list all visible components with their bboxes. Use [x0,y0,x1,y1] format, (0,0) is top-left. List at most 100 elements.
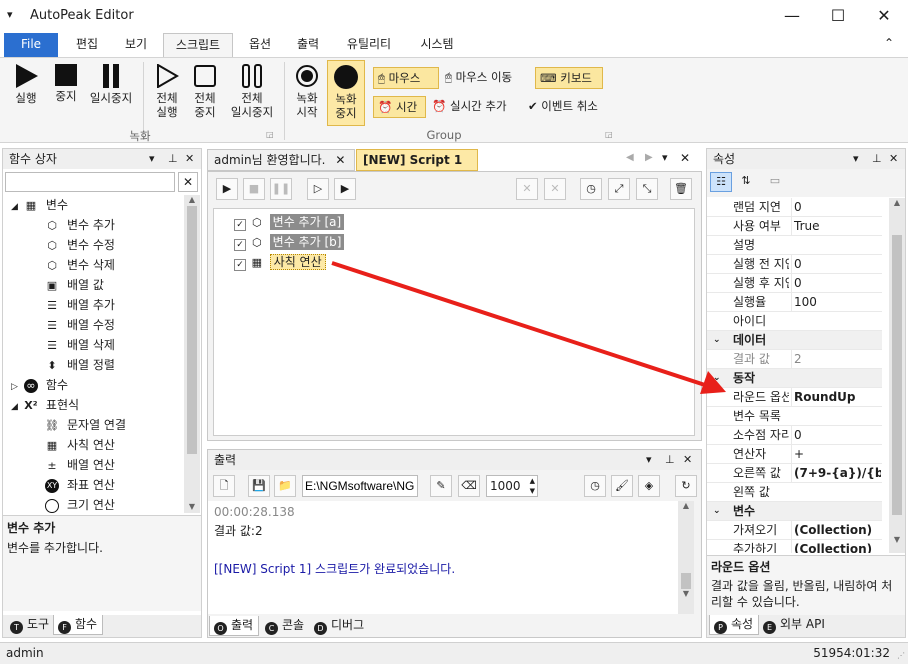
property-row[interactable]: 랜덤 지연 0 [707,198,882,217]
script-line[interactable]: ✓ ⬡ 변수 추가 [a] [234,213,345,231]
tree-item-coord-op[interactable]: XY 좌표 연산 [45,475,115,495]
ribbon-collapse-icon[interactable]: ⌃ [884,36,894,50]
brush-button[interactable]: 🖌 [611,475,633,497]
tree-item-array-add[interactable]: ☰ 배열 추가 [45,295,115,315]
property-category-action[interactable]: ⌄ 동작 [707,369,882,388]
keyboard-toggle[interactable]: ⌨ 키보드 [535,67,603,89]
pause-script-button[interactable]: ❚❚ [270,178,292,200]
property-row[interactable]: 소수점 자리 0 [707,426,882,445]
property-row[interactable]: 설명 [707,236,882,255]
stop-script-button[interactable]: ■ [243,178,265,200]
alphabetical-sort-icon[interactable]: ⇅ [735,172,757,192]
tab-edit[interactable]: 편집 [66,33,108,57]
tree-item-arithmetic[interactable]: ▦ 사칙 연산 [45,435,115,455]
refresh-button[interactable]: ↻ [675,475,697,497]
save-log-button[interactable]: 💾 [248,475,270,497]
stop-button[interactable]: 중지 [46,62,86,103]
property-pages-icon[interactable]: ▭ [764,172,786,192]
add-realtime-button[interactable]: ⏰ 실시간 추가 [428,96,511,118]
clean-button[interactable]: ✎ [430,475,452,497]
tree-item-size-op[interactable]: 크기 연산 [45,495,115,513]
tab-list-icon[interactable]: ▾ [662,151,668,164]
tab-output-log[interactable]: O 출력 [209,616,260,636]
tree-item-string-concat[interactable]: ⛓ 문자열 연결 [45,415,126,435]
tree-item-array-sort[interactable]: ⬍ 배열 정렬 [45,355,115,375]
run-from-button[interactable]: ▶ [334,178,356,200]
property-row[interactable]: 아이디 [707,312,882,331]
tab-scroll-left-icon[interactable]: ◀ [626,152,634,163]
property-row[interactable]: 변수 목록 [707,407,882,426]
tree-item-variable-delete[interactable]: ⬡ 변수 삭제 [45,255,115,275]
timestamp-button[interactable]: ◷ [584,475,606,497]
script-line[interactable]: ✓ ⬡ 변수 추가 [b] [234,233,345,251]
property-row[interactable]: 결과 값2 [707,350,882,369]
tab-scroll-right-icon[interactable]: ▶ [645,152,653,163]
pause-button[interactable]: 일시중지 [86,62,136,105]
close-icon[interactable]: ✕ [683,450,692,470]
tree-node-expression[interactable]: ◢ X² 표현식 [11,395,79,415]
line-checkbox[interactable]: ✓ [234,239,246,251]
property-row[interactable]: 실행율 100 [707,293,882,312]
delete-button[interactable]: 🗑 [670,178,692,200]
maximize-button[interactable]: ☐ [815,0,861,32]
tab-welcome[interactable]: admin님 환영합니다. ✕ [207,149,355,171]
stop-all-button[interactable]: 전체 중지 [185,62,225,119]
disable-all-button[interactable]: ✕ [544,178,566,200]
close-icon[interactable]: ✕ [889,149,898,169]
dropdown-icon[interactable]: ▾ [149,149,155,169]
tab-view[interactable]: 보기 [115,33,157,57]
property-row[interactable]: 실행 전 지연0 [707,255,882,274]
run-button[interactable]: 실행 [6,62,46,105]
tab-file[interactable]: File [4,33,58,57]
tab-utility[interactable]: 유틸리티 [338,33,400,57]
property-row[interactable]: 사용 여부 True [707,217,882,236]
tree-scrollbar[interactable]: ▲ ▼ [184,195,200,513]
open-folder-button[interactable]: 📁 [274,475,296,497]
mouse-toggle[interactable]: 🖱 마우스 [373,67,439,89]
run-all-button[interactable]: 전체 실행 [147,62,187,119]
close-button[interactable]: ✕ [861,0,907,32]
tab-functions[interactable]: F 함수 [53,615,104,635]
pause-all-button[interactable]: 전체 일시중지 [224,62,280,119]
tab-properties[interactable]: P 속성 [709,615,760,635]
tab-output[interactable]: 출력 [288,33,328,57]
run-step-button[interactable]: ▷ [307,178,329,200]
tab-external-api[interactable]: E 외부 API [759,615,830,635]
close-icon[interactable]: ✕ [680,151,690,165]
new-log-button[interactable]: 🗋 [213,475,235,497]
collapse-icon[interactable]: ⌄ [713,331,721,350]
tree-item-array-op[interactable]: ± 배열 연산 [45,455,115,475]
property-row[interactable]: 가져오기 (Collection) [707,521,882,540]
clear-search-button[interactable]: ✕ [178,172,198,192]
collapse-icon[interactable]: ⌄ [713,502,721,521]
pin-icon[interactable]: ⊥ [872,149,882,169]
search-input[interactable] [5,172,175,192]
pin-icon[interactable]: ⊥ [665,450,675,470]
run-script-button[interactable]: ▶ [216,178,238,200]
tree-item-array-edit[interactable]: ☰ 배열 수정 [45,315,115,335]
dialog-launcher-icon[interactable]: ◲ [266,130,274,139]
tree-item-variable-add[interactable]: ⬡ 변수 추가 [45,215,115,235]
property-category-data[interactable]: ⌄ 데이터 [707,331,882,350]
dialog-launcher-icon[interactable]: ◲ [605,130,613,139]
property-row[interactable]: 왼쪽 값 [707,483,882,502]
dropdown-icon[interactable]: ▾ [646,450,652,470]
property-row[interactable]: 연산자 + [707,445,882,464]
collapse-button[interactable]: ⤡ [636,178,658,200]
tree-item-variable-edit[interactable]: ⬡ 변수 수정 [45,235,115,255]
property-row[interactable]: 실행 후 지연0 [707,274,882,293]
script-line-selected[interactable]: ✓ ▦ 사칙 연산 [234,253,326,271]
tree-item-array-delete[interactable]: ☰ 배열 삭제 [45,335,115,355]
stepper-arrows-icon[interactable]: ▲ ▼ [530,476,535,496]
pin-icon[interactable]: ⊥ [168,149,178,169]
property-row[interactable]: 추가하기 (Collection) [707,540,882,553]
close-icon[interactable]: ✕ [335,153,345,167]
app-menu-icon[interactable]: ▾ [7,8,13,21]
tab-system[interactable]: 시스템 [410,33,464,57]
line-checkbox[interactable]: ✓ [234,259,246,271]
minimize-button[interactable]: — [769,0,815,32]
tree-node-function[interactable]: ▷ ∞ 함수 [11,375,68,395]
tree-node-variable[interactable]: ◢ ▦ 변수 [11,195,68,215]
mouse-move-toggle[interactable]: 🖱 마우스 이동 [441,67,516,89]
resize-grip-icon[interactable]: ⋰ [897,651,905,660]
